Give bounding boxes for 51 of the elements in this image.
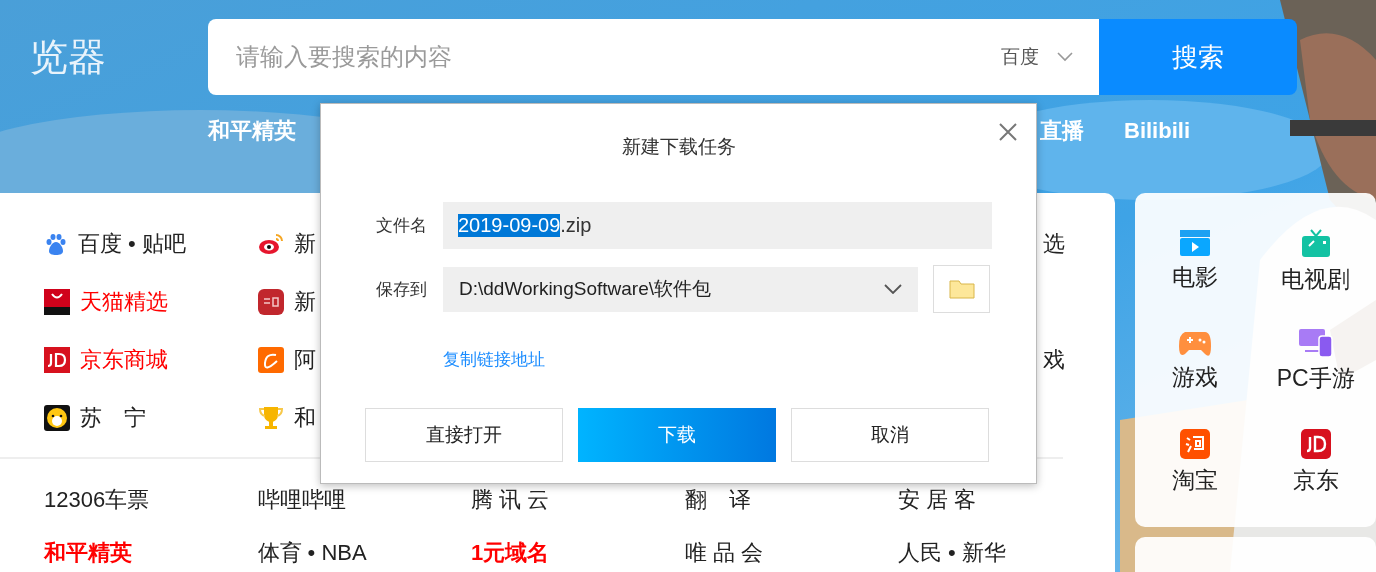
logo-text: 览器 [29,34,107,80]
chevron-down-icon [884,284,902,294]
site-link[interactable]: 哔哩哔哩 [257,484,346,515]
site-link[interactable]: 阿 [258,331,316,389]
site-link[interactable]: 苏 宁 [44,389,146,447]
clapperboard-icon [1180,229,1211,256]
gamepad-icon [1179,330,1212,357]
news-logo-icon [258,289,284,315]
quick-link[interactable]: 游戏 [1135,311,1256,413]
quick-link[interactable]: 京东 [1255,412,1376,513]
field-label: 文件名 [376,215,428,237]
dialog-button[interactable]: 取消 [791,408,989,462]
save-path-dropdown[interactable]: D:\ddWorkingSoftware\软件包 [443,266,918,312]
jd-logo-icon [44,347,70,373]
quick-link[interactable]: PC手游 [1255,311,1376,413]
site-link[interactable]: 新 [258,215,316,273]
site-link[interactable]: 天猫精选 [44,273,168,331]
dialog-title: 新建下载任务 [621,135,736,159]
site-link[interactable]: 腾 讯 云 [471,484,550,515]
eye-logo-icon [258,232,284,256]
site-link[interactable]: 新 [258,273,316,331]
site-link[interactable]: 唯 品 会 [684,537,763,568]
site-link[interactable]: 翻 译 [684,484,751,515]
site-link[interactable]: 人民 • 新华 [898,537,1006,568]
tv-icon [1300,227,1331,258]
site-link[interactable]: 安 居 客 [898,484,977,515]
site-link[interactable]: 1元域名 [471,537,550,568]
site-link[interactable]: 戏 [1043,331,1065,389]
quick-link[interactable]: 淘宝 [1135,412,1256,513]
site-link[interactable]: 体育 • NBA [257,537,367,568]
shopping-bag-icon [44,289,70,315]
chevron-down-icon [1057,52,1073,62]
quick-link[interactable]: 电影 [1135,211,1256,312]
site-link[interactable]: 12306车票 [44,484,150,515]
site-link[interactable]: 选 [1043,215,1065,273]
site-link[interactable]: 和 [258,389,316,447]
dialog-button[interactable]: 直接打开 [365,408,563,462]
trophy-icon [258,405,284,431]
lion-icon [44,405,70,431]
search-field[interactable]: 请输入要搜索的内容 百度 [208,19,1099,95]
site-link[interactable]: 京东商城 [44,331,168,389]
jd-logo-icon [1300,429,1331,460]
computer-and-phone-icon [1298,329,1333,358]
close-icon[interactable] [997,121,1019,143]
site-link[interactable]: 百度 • 贴吧 [44,215,186,273]
quick-link[interactable]: 电视剧 [1255,211,1376,312]
field-label: 保存到 [376,278,428,301]
filename-field[interactable]: 2019-09-09.zip [443,202,992,249]
engine-dropdown[interactable]: 百度 [1001,44,1073,70]
site-link[interactable]: 和平精英 [44,537,132,568]
paw-icon [44,232,68,256]
